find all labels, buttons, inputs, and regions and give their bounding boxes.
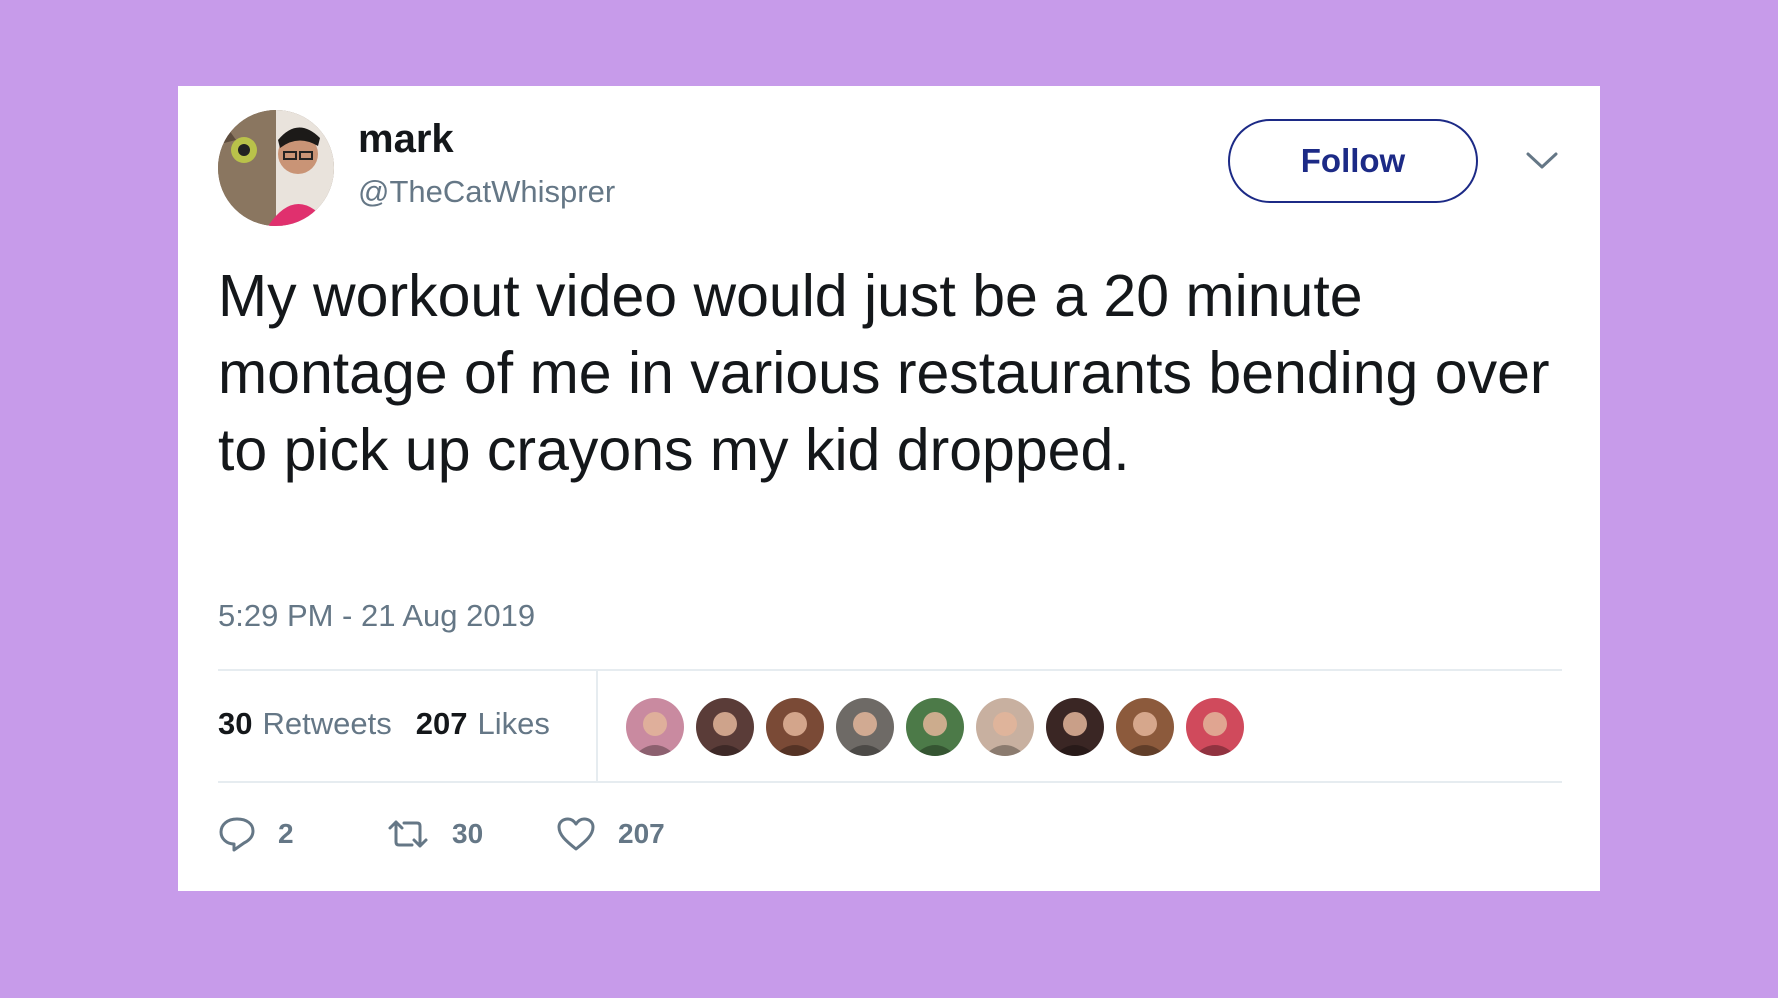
liker-avatars bbox=[626, 698, 1244, 756]
heart-icon bbox=[557, 817, 595, 851]
author-avatar[interactable] bbox=[218, 110, 334, 226]
likes-stat-label: Likes bbox=[477, 706, 550, 741]
liker-avatar[interactable] bbox=[906, 698, 964, 756]
liker-avatar-icon bbox=[766, 698, 824, 756]
liker-avatar-icon bbox=[906, 698, 964, 756]
author-display-name[interactable]: mark bbox=[358, 117, 454, 162]
divider bbox=[218, 669, 1562, 671]
action-bar: 2 30 207 bbox=[218, 816, 665, 852]
reply-count: 2 bbox=[278, 818, 294, 849]
liker-avatar-icon bbox=[696, 698, 754, 756]
reply-icon bbox=[219, 817, 255, 852]
more-menu-button[interactable] bbox=[1524, 148, 1560, 172]
retweet-count: 30 bbox=[452, 818, 484, 849]
like-count: 207 bbox=[618, 818, 665, 849]
divider bbox=[218, 781, 1562, 783]
retweet-icon bbox=[388, 820, 428, 848]
stats-divider bbox=[596, 671, 598, 781]
like-button[interactable]: 207 bbox=[556, 816, 665, 852]
liker-avatar[interactable] bbox=[836, 698, 894, 756]
liker-avatar[interactable] bbox=[696, 698, 754, 756]
avatar-icon bbox=[218, 110, 334, 226]
author-handle[interactable]: @TheCatWhisprer bbox=[358, 174, 615, 210]
liker-avatar[interactable] bbox=[1046, 698, 1104, 756]
liker-avatar[interactable] bbox=[1186, 698, 1244, 756]
liker-avatar-icon bbox=[1046, 698, 1104, 756]
engagement-stats: 30 Retweets 207 Likes bbox=[218, 706, 550, 742]
liker-avatar[interactable] bbox=[766, 698, 824, 756]
tweet-card: mark @TheCatWhisprer Follow My workout v… bbox=[178, 86, 1600, 891]
retweets-stat[interactable]: 30 Retweets bbox=[218, 706, 392, 742]
tweet-text: My workout video would just be a 20 minu… bbox=[218, 263, 1550, 483]
retweet-button[interactable]: 30 bbox=[386, 818, 556, 850]
retweets-stat-count: 30 bbox=[218, 706, 253, 741]
likes-stat[interactable]: 207 Likes bbox=[416, 706, 550, 742]
liker-avatar-icon bbox=[626, 698, 684, 756]
liker-avatar-icon bbox=[976, 698, 1034, 756]
liker-avatar-icon bbox=[1116, 698, 1174, 756]
likes-stat-count: 207 bbox=[415, 706, 468, 741]
liker-avatar-icon bbox=[836, 698, 894, 756]
liker-avatar[interactable] bbox=[626, 698, 684, 756]
liker-avatar[interactable] bbox=[1116, 698, 1174, 756]
liker-avatar[interactable] bbox=[976, 698, 1034, 756]
chevron-down-icon bbox=[1526, 152, 1558, 169]
retweets-stat-label: Retweets bbox=[262, 706, 392, 741]
liker-avatar-icon bbox=[1186, 698, 1244, 756]
reply-button[interactable]: 2 bbox=[218, 816, 386, 852]
tweet-timestamp[interactable]: 5:29 PM - 21 Aug 2019 bbox=[218, 598, 535, 634]
follow-button[interactable]: Follow bbox=[1228, 119, 1478, 203]
